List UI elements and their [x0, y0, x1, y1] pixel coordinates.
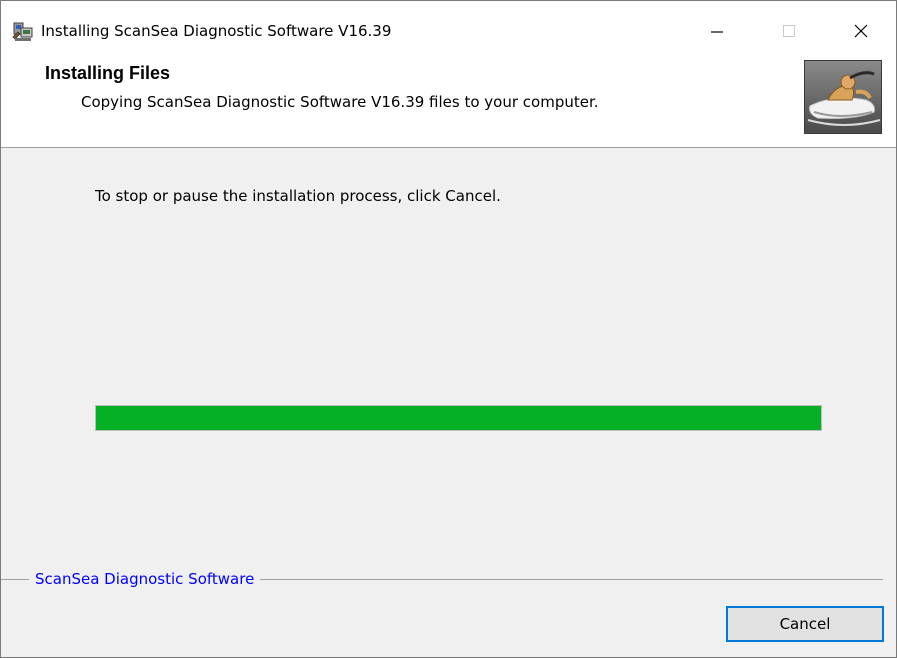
- title-bar[interactable]: Installing ScanSea Diagnostic Software V…: [1, 1, 896, 47]
- minimize-button[interactable]: [689, 15, 745, 47]
- close-button[interactable]: [833, 15, 889, 47]
- progress-bar: [95, 405, 822, 431]
- installer-window: Installing ScanSea Diagnostic Software V…: [0, 0, 897, 658]
- window-title: Installing ScanSea Diagnostic Software V…: [41, 22, 392, 40]
- maximize-button[interactable]: [761, 15, 817, 47]
- jetski-logo-icon: [804, 60, 882, 134]
- minimize-icon: [711, 31, 723, 33]
- cancel-button[interactable]: Cancel: [726, 606, 884, 642]
- footer-group-label: ScanSea Diagnostic Software: [29, 569, 261, 589]
- close-icon: [854, 24, 868, 38]
- installer-header: Installing Files Copying ScanSea Diagnos…: [1, 47, 896, 148]
- installer-app-icon[interactable]: [12, 20, 34, 42]
- instruction-text: To stop or pause the installation proces…: [95, 187, 501, 205]
- header-title: Installing Files: [45, 63, 171, 83]
- progress-bar-fill: [96, 406, 821, 430]
- maximize-icon: [783, 25, 795, 37]
- footer-group-box: ScanSea Diagnostic Software: [1, 569, 896, 589]
- cancel-button-label: Cancel: [779, 615, 831, 633]
- header-subtitle: Copying ScanSea Diagnostic Software V16.…: [81, 93, 599, 111]
